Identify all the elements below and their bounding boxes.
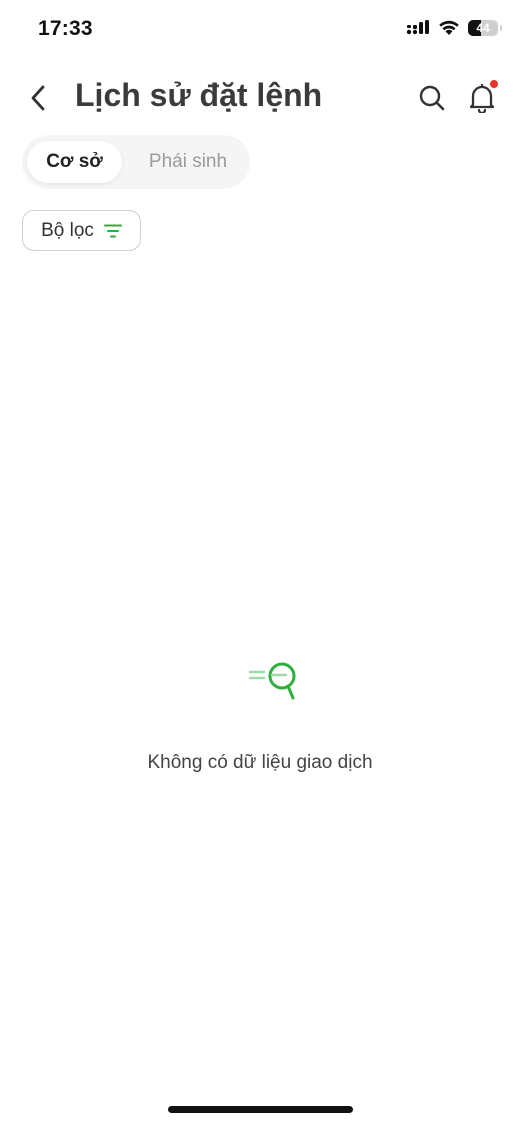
battery-level: 44 — [476, 21, 490, 35]
filter-button[interactable]: Bộ lọc — [22, 210, 141, 251]
header: Lịch sử đặt lệnh — [0, 68, 520, 128]
home-indicator[interactable] — [168, 1106, 353, 1113]
tab-co-so[interactable]: Cơ sở — [27, 141, 122, 183]
status-time: 17:33 — [38, 17, 93, 40]
search-empty-icon — [248, 662, 296, 700]
notification-button[interactable] — [464, 80, 500, 116]
notification-dot — [490, 80, 498, 88]
empty-message: Không có dữ liệu giao dịch — [147, 752, 373, 773]
filter-label: Bộ lọc — [41, 219, 94, 241]
search-button[interactable] — [414, 80, 450, 116]
status-icons: 44 — [406, 20, 502, 36]
page-title: Lịch sử đặt lệnh — [75, 77, 323, 113]
battery-tip — [500, 25, 502, 31]
tab-phai-sinh[interactable]: Phái sinh — [132, 141, 244, 183]
signal-icon — [406, 20, 429, 35]
filter-icon — [103, 224, 122, 237]
wifi-icon — [439, 20, 459, 35]
battery-icon: 44 — [468, 20, 502, 36]
back-button[interactable] — [22, 80, 54, 116]
chevron-left-icon — [31, 85, 45, 111]
status-bar: 17:33 44 — [0, 0, 520, 60]
search-icon — [419, 85, 445, 111]
market-tabs: Cơ sở Phái sinh — [22, 135, 250, 189]
